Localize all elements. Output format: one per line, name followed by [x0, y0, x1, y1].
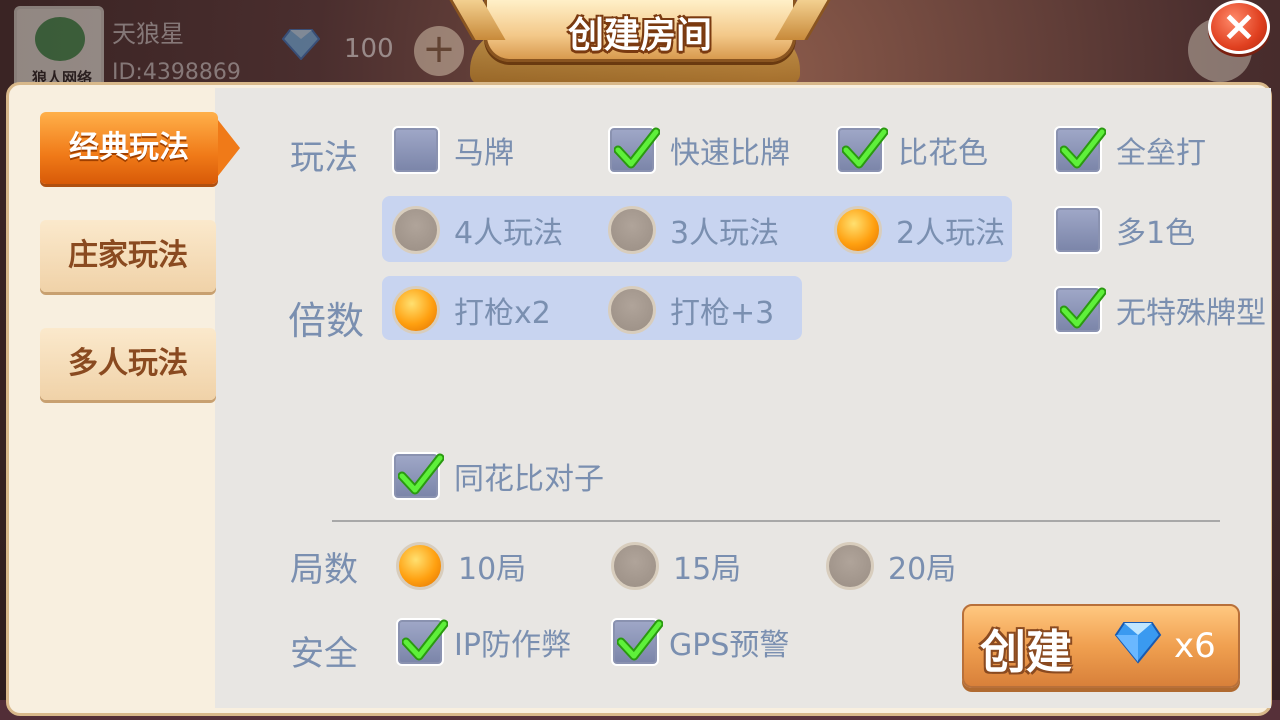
x2-label: 打枪x2	[454, 296, 551, 331]
add-gems-icon: +	[414, 26, 464, 76]
option-wuteshu[interactable]: 无特殊牌型	[1054, 284, 1266, 336]
kuaisu-checkbox[interactable]	[608, 126, 660, 174]
option-x2[interactable]: 打枪x2	[392, 284, 551, 336]
ip-checkbox[interactable]	[396, 618, 448, 666]
wolf-logo-icon	[35, 17, 85, 61]
checkmark-icon	[402, 619, 448, 661]
x2-radio[interactable]	[392, 286, 440, 334]
option-10-rounds[interactable]: 10局	[396, 540, 526, 592]
checkmark-icon	[398, 453, 444, 495]
title-banner: 创建房间	[484, 0, 796, 62]
checkmark-icon	[617, 619, 663, 661]
checkmark-icon	[614, 127, 660, 169]
option-bihuase[interactable]: 比花色	[836, 124, 988, 176]
tonghua-checkbox[interactable]	[392, 452, 444, 500]
gps-checkbox[interactable]	[611, 618, 663, 666]
option-plus3[interactable]: 打枪+3	[608, 284, 774, 336]
duoyise-checkbox[interactable]	[1054, 206, 1102, 254]
option-quanleida[interactable]: 全垒打	[1054, 124, 1206, 176]
plus3-radio[interactable]	[608, 286, 656, 334]
wuteshu-label: 无特殊牌型	[1116, 296, 1266, 331]
option-20-rounds[interactable]: 20局	[826, 540, 956, 592]
checkmark-icon	[842, 127, 888, 169]
20-rounds-radio[interactable]	[826, 542, 874, 590]
20-rounds-label: 20局	[888, 552, 957, 587]
close-button[interactable]: ×	[1208, 0, 1270, 54]
tab-classic[interactable]: 经典玩法	[40, 112, 240, 184]
15-rounds-radio[interactable]	[611, 542, 659, 590]
mapai-label: 马牌	[454, 136, 514, 171]
option-15-rounds[interactable]: 15局	[611, 540, 741, 592]
plus3-label: 打枪+3	[670, 296, 775, 331]
bihuase-label: 比花色	[898, 136, 988, 171]
option-mapai[interactable]: 马牌	[392, 124, 514, 176]
tab-banker[interactable]: 庄家玩法	[40, 220, 216, 292]
player-avatar: 狼人网络	[14, 6, 104, 92]
option-duoyise[interactable]: 多1色	[1054, 204, 1195, 256]
close-icon: ×	[1221, 1, 1257, 50]
gps-label: GPS预警	[669, 628, 790, 663]
divider	[332, 520, 1220, 522]
diamond-icon	[282, 29, 320, 60]
mapai-checkbox[interactable]	[392, 126, 440, 174]
wanfa-label: 玩法	[290, 138, 358, 178]
option-ip[interactable]: IP防作弊	[396, 616, 571, 668]
option-kuaisu[interactable]: 快速比牌	[608, 124, 790, 176]
duoyise-label: 多1色	[1116, 216, 1196, 251]
gem-count: 100	[344, 34, 394, 64]
kuaisu-label: 快速比牌	[670, 136, 790, 171]
diamond-icon	[1114, 622, 1162, 664]
jushu-label: 局数	[290, 550, 358, 590]
option-4-players[interactable]: 4人玩法	[392, 204, 563, 256]
ip-label: IP防作弊	[454, 628, 571, 663]
checkmark-icon	[1060, 127, 1106, 169]
15-rounds-label: 15局	[673, 552, 742, 587]
create-room-button[interactable]: 创建 x6	[962, 604, 1240, 688]
option-2-players[interactable]: 2人玩法	[834, 204, 1005, 256]
quanleida-label: 全垒打	[1116, 136, 1206, 171]
option-gps[interactable]: GPS预警	[611, 616, 789, 668]
bihuase-checkbox[interactable]	[836, 126, 888, 174]
create-cost: x6	[1174, 626, 1216, 666]
option-3-players[interactable]: 3人玩法	[608, 204, 779, 256]
2-players-radio[interactable]	[834, 206, 882, 254]
checkmark-icon	[1060, 287, 1106, 329]
beishu-label: 倍数	[288, 299, 365, 343]
player-name: 天狼星	[112, 20, 184, 48]
tab-multiplayer[interactable]: 多人玩法	[40, 328, 216, 400]
3-players-label: 3人玩法	[670, 216, 780, 251]
3-players-radio[interactable]	[608, 206, 656, 254]
4-players-label: 4人玩法	[454, 216, 564, 251]
option-tonghua[interactable]: 同花比对子	[392, 450, 604, 502]
10-rounds-radio[interactable]	[396, 542, 444, 590]
page-title: 创建房间	[567, 15, 712, 56]
quanleida-checkbox[interactable]	[1054, 126, 1106, 174]
10-rounds-label: 10局	[458, 552, 527, 587]
4-players-radio[interactable]	[392, 206, 440, 254]
create-label: 创建	[980, 625, 1072, 679]
tonghua-label: 同花比对子	[454, 462, 604, 497]
wuteshu-checkbox[interactable]	[1054, 286, 1106, 334]
anquan-label: 安全	[290, 634, 358, 674]
2-players-label: 2人玩法	[896, 216, 1006, 251]
